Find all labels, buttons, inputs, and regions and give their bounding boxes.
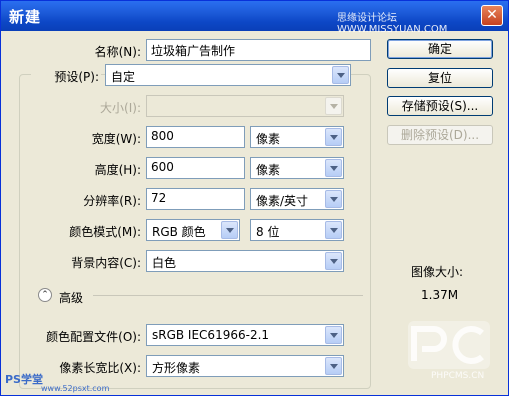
chevron-down-icon	[325, 159, 342, 177]
preset-value: 自定	[111, 70, 136, 84]
background-label: 背景内容(C):	[71, 256, 141, 270]
background-value: 白色	[152, 256, 177, 270]
width-input[interactable]: 800	[146, 126, 245, 148]
ok-button[interactable]: 确定	[387, 39, 493, 59]
ps-site-watermark: www.52psxt.com	[41, 384, 110, 393]
chevron-down-icon	[332, 66, 349, 84]
advanced-label: 高级	[59, 291, 84, 305]
delete-preset-button: 删除预设(D)...	[387, 125, 493, 145]
title-bar: 新建 思缘设计论坛 WWW.MISSYUAN.COM ✕	[1, 1, 508, 35]
close-icon: ✕	[486, 7, 498, 23]
chevron-down-icon	[325, 128, 342, 146]
advanced-toggle[interactable]: ⌃	[38, 288, 52, 302]
chevron-down-icon	[325, 357, 342, 375]
chevron-down-icon	[221, 221, 238, 239]
preset-select[interactable]: 自定	[105, 64, 351, 86]
ps-watermark: PS学堂	[5, 373, 43, 386]
pixel-aspect-value: 方形像素	[152, 361, 201, 375]
resolution-unit: 像素/英寸	[256, 194, 309, 208]
window-title: 新建	[9, 8, 42, 26]
chevron-down-icon	[325, 326, 342, 344]
height-unit-select[interactable]: 像素	[250, 157, 344, 179]
height-label: 高度(H):	[94, 163, 141, 177]
color-mode-label: 颜色模式(M):	[69, 225, 141, 239]
image-size-label: 图像大小:	[411, 265, 464, 279]
resolution-input[interactable]: 72	[146, 188, 245, 210]
bit-depth-select[interactable]: 8 位	[250, 219, 344, 241]
save-preset-button[interactable]: 存储预设(S)...	[387, 96, 493, 116]
color-mode-value: RGB 颜色	[152, 225, 206, 239]
name-label: 名称(N):	[94, 45, 141, 59]
size-select	[146, 95, 344, 117]
height-unit: 像素	[256, 163, 281, 177]
size-label: 大小(I):	[100, 101, 141, 115]
background-select[interactable]: 白色	[146, 250, 344, 272]
pixel-aspect-select[interactable]: 方形像素	[146, 355, 344, 377]
chevron-down-icon	[325, 97, 342, 115]
advanced-divider	[93, 295, 363, 296]
preset-label: 预设(P):	[31, 68, 101, 85]
chevron-down-icon	[325, 190, 342, 208]
bit-depth-value: 8 位	[256, 225, 280, 239]
new-document-dialog: 新建 思缘设计论坛 WWW.MISSYUAN.COM ✕ 名称(N): 垃圾箱广…	[0, 0, 509, 396]
color-profile-value: sRGB IEC61966-2.1	[152, 328, 270, 342]
width-label: 宽度(W):	[91, 132, 141, 146]
close-button[interactable]: ✕	[481, 5, 503, 26]
color-profile-label: 颜色配置文件(O):	[46, 330, 141, 344]
resolution-unit-select[interactable]: 像素/英寸	[250, 188, 344, 210]
reset-button[interactable]: 复位	[387, 68, 493, 88]
color-profile-select[interactable]: sRGB IEC61966-2.1	[146, 324, 344, 346]
pc-logo	[408, 321, 490, 369]
chevron-down-icon	[325, 221, 342, 239]
image-size-value: 1.37M	[421, 288, 459, 302]
chevron-up-icon: ⌃	[41, 290, 49, 300]
height-input[interactable]: 600	[146, 157, 245, 179]
width-unit-select[interactable]: 像素	[250, 126, 344, 148]
chevron-down-icon	[325, 252, 342, 270]
pc-watermark: PHPCMS.CN	[431, 371, 485, 381]
name-input[interactable]: 垃圾箱广告制作	[146, 39, 371, 61]
width-unit: 像素	[256, 132, 281, 146]
resolution-label: 分辨率(R):	[83, 194, 141, 208]
color-mode-select[interactable]: RGB 颜色	[146, 219, 240, 241]
